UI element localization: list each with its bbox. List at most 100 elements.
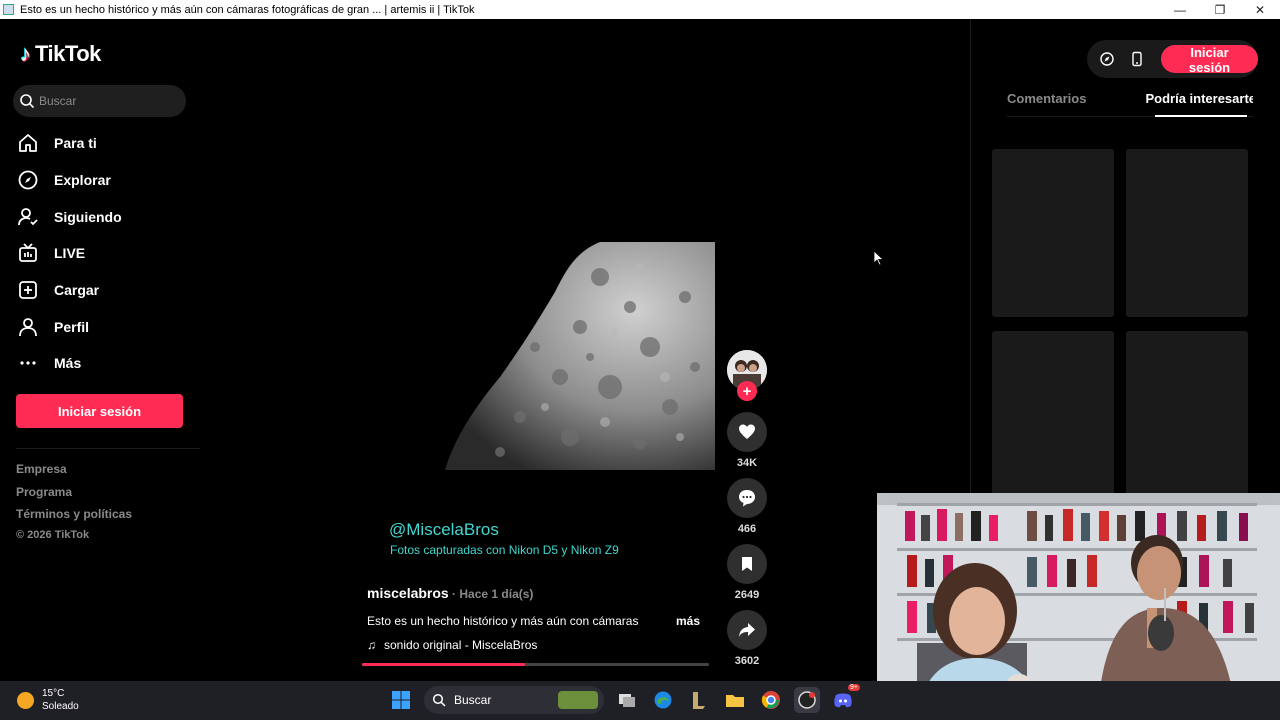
- minimize-icon[interactable]: —: [1160, 0, 1200, 19]
- nav-item-cargar[interactable]: Cargar: [16, 272, 122, 309]
- active-tab-indicator: [1155, 115, 1247, 117]
- tab-podria-interesarte[interactable]: Podría interesarte: [1145, 91, 1253, 117]
- obs-icon[interactable]: [794, 687, 820, 713]
- compass-icon: [16, 168, 40, 192]
- bookmark-icon: [742, 557, 752, 571]
- moon-image: [440, 237, 715, 470]
- edge-browser-icon[interactable]: [650, 687, 676, 713]
- footer-link-empresa[interactable]: Empresa: [16, 462, 132, 485]
- nav-label: Cargar: [54, 282, 100, 299]
- comment-count: 466: [737, 523, 757, 535]
- top-actions-bar: Iniciar sesión: [1087, 40, 1258, 78]
- music-note-icon: ♫: [367, 638, 376, 652]
- nav-item-live[interactable]: LIVE: [16, 235, 122, 272]
- music-title: sonido original - MiscelaBros: [384, 638, 538, 652]
- nav-label: Más: [54, 355, 82, 372]
- suggested-video-tile[interactable]: [992, 149, 1114, 317]
- window-titlebar: Esto es un hecho histórico y más aún con…: [0, 0, 1280, 19]
- task-view-icon[interactable]: [614, 687, 640, 713]
- upload-icon: [16, 278, 40, 302]
- save-count: 2649: [734, 589, 760, 601]
- video-player[interactable]: [360, 19, 715, 681]
- get-app-button[interactable]: [1125, 47, 1149, 71]
- bookmark-button[interactable]: [727, 544, 767, 584]
- phone-icon: [1132, 51, 1142, 67]
- suggested-video-tile[interactable]: [1126, 331, 1248, 499]
- tiktok-logo[interactable]: ♪ TikTok: [20, 41, 101, 67]
- more-button[interactable]: más: [676, 614, 700, 628]
- windows-start-icon[interactable]: [388, 687, 414, 713]
- profile-icon: [16, 315, 40, 339]
- explore-compass-button[interactable]: [1095, 47, 1119, 71]
- video-progress-bar[interactable]: [362, 663, 709, 666]
- share-icon: [739, 623, 755, 637]
- like-button[interactable]: [727, 412, 767, 452]
- weather-condition: Soleado: [42, 701, 79, 712]
- nav-label: Siguiendo: [54, 208, 122, 225]
- tiktok-note-icon: ♪: [20, 41, 31, 66]
- video-progress-fill: [362, 663, 526, 666]
- restore-icon[interactable]: ❐: [1200, 0, 1240, 19]
- header-login-button[interactable]: Iniciar sesión: [1160, 45, 1258, 75]
- home-icon: [16, 131, 40, 155]
- video-author-line: miscelabros · Hace 1 día(s): [367, 585, 533, 601]
- author-name[interactable]: miscelabros: [367, 585, 449, 601]
- nav-item-siguiendo[interactable]: Siguiendo: [16, 198, 122, 235]
- discord-icon[interactable]: 9+: [830, 684, 860, 713]
- taskbar-apps: Buscar 9+: [388, 684, 860, 714]
- live-icon: [16, 241, 40, 265]
- like-count: 34K: [736, 457, 758, 469]
- search-box[interactable]: [13, 85, 186, 117]
- close-icon[interactable]: ✕: [1240, 0, 1280, 19]
- music-line[interactable]: ♫ sonido original - MiscelaBros: [367, 638, 537, 652]
- sidebar-divider: [16, 448, 200, 449]
- footer-links: Empresa Programa Términos y políticas: [16, 462, 132, 530]
- weather-widget[interactable]: 15°C Soleado: [17, 687, 79, 713]
- nav-item-explorar[interactable]: Explorar: [16, 162, 122, 199]
- video-description: Esto es un hecho histórico y más aún con…: [367, 614, 639, 628]
- heart-icon: [739, 424, 755, 439]
- suggested-video-tile[interactable]: [992, 331, 1114, 499]
- sidebar: ♪ TikTok Para ti Explorar Siguiendo LIVE: [0, 19, 200, 681]
- post-time: · Hace 1 día(s): [448, 587, 534, 601]
- sidebar-nav: Para ti Explorar Siguiendo LIVE Cargar P…: [16, 125, 122, 382]
- right-panel-tabs: Comentarios Podría interesarte: [1007, 91, 1253, 117]
- follow-button[interactable]: +: [737, 381, 757, 401]
- nav-label: Explorar: [54, 172, 111, 189]
- app-icon: [3, 4, 14, 15]
- league-of-legends-icon[interactable]: [686, 687, 712, 713]
- taskbar-search-label: Buscar: [454, 693, 492, 707]
- logo-text: TikTok: [35, 41, 101, 66]
- footer-link-terminos[interactable]: Términos y políticas: [16, 507, 132, 530]
- nav-item-mas[interactable]: Más: [16, 345, 122, 382]
- search-highlight-image: [558, 691, 598, 709]
- comment-button[interactable]: [727, 478, 767, 518]
- nav-item-para-ti[interactable]: Para ti: [16, 125, 122, 162]
- following-icon: [16, 205, 40, 229]
- nav-label: Para ti: [54, 135, 97, 152]
- sidebar-login-button[interactable]: Iniciar sesión: [16, 394, 183, 428]
- window-title: Esto es un hecho histórico y más aún con…: [20, 3, 475, 16]
- mouse-cursor-icon: [873, 250, 885, 266]
- windows-taskbar: 15°C Soleado Buscar 9+: [0, 681, 1280, 720]
- comment-icon: [739, 490, 755, 507]
- file-explorer-icon[interactable]: [722, 687, 748, 713]
- copyright: © 2026 TikTok: [16, 529, 90, 541]
- taskbar-search[interactable]: Buscar: [424, 686, 604, 714]
- compass-icon: [1100, 52, 1114, 66]
- share-button[interactable]: [727, 610, 767, 650]
- nav-item-perfil[interactable]: Perfil: [16, 308, 122, 345]
- weather-temperature: 15°C: [42, 688, 65, 699]
- nav-label: Perfil: [54, 318, 90, 335]
- nav-label: LIVE: [54, 245, 86, 262]
- footer-link-programa[interactable]: Programa: [16, 485, 132, 508]
- video-actions: + 34K 466 2649 3602: [726, 350, 768, 676]
- suggested-video-tile[interactable]: [1126, 149, 1248, 317]
- discord-badge: 9+: [848, 684, 860, 691]
- overlay-caption: Fotos capturadas con Nikon D5 y Nikon Z9: [390, 543, 619, 557]
- search-icon: [432, 693, 446, 707]
- search-input[interactable]: [39, 94, 179, 108]
- search-icon: [20, 94, 35, 109]
- chrome-icon[interactable]: [758, 687, 784, 713]
- tab-comentarios[interactable]: Comentarios: [1007, 91, 1086, 117]
